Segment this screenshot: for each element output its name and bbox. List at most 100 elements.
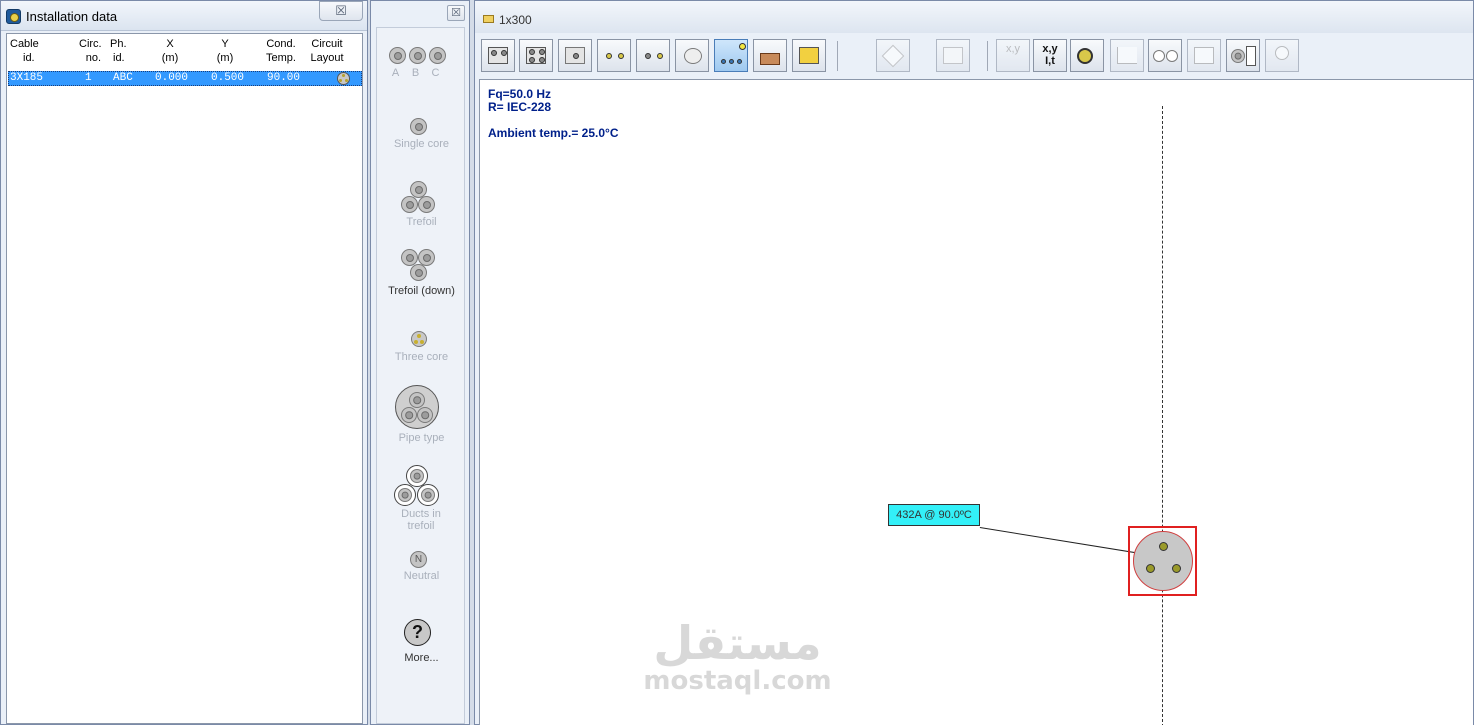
header-line: Temp. xyxy=(266,52,296,64)
tb-backfill-button[interactable] xyxy=(558,39,592,72)
tb-xylt-button[interactable]: x,y I,t xyxy=(1033,39,1067,72)
dot-icon xyxy=(645,53,651,59)
phase-b-icon xyxy=(409,47,426,64)
tb-transient-button[interactable] xyxy=(1187,39,1221,72)
sun-icon xyxy=(739,43,746,50)
dot-icon xyxy=(491,50,497,56)
cell-ph-id[interactable]: ABC xyxy=(113,72,133,85)
dot-icon xyxy=(539,57,545,63)
header-line: id. xyxy=(23,52,35,64)
header-line: X xyxy=(166,38,174,50)
palette-label: Neutral xyxy=(403,570,440,582)
cell-y[interactable]: 0.500 xyxy=(211,72,244,85)
watermark-arabic: مستقل xyxy=(653,616,822,670)
col-header-circ-no[interactable]: Circ. no. xyxy=(79,37,102,65)
three-core-icon xyxy=(411,331,427,347)
dot-icon xyxy=(573,53,579,59)
tb-zoom-button[interactable] xyxy=(1070,39,1104,72)
channel-icon xyxy=(799,47,819,64)
trefoil-core-icon xyxy=(418,196,435,213)
dot-icon xyxy=(539,49,545,55)
col-header-x[interactable]: X (m) xyxy=(155,37,185,65)
lightning-icon xyxy=(943,47,963,64)
header-line: (m) xyxy=(216,52,234,64)
ampacity-icon xyxy=(1166,50,1178,62)
ambient-temp-text: Ambient temp.= 25.0°C xyxy=(488,126,619,140)
drawing-titlebar: 1x300 xyxy=(475,1,1473,33)
installation-data-titlebar: Installation data ☒ xyxy=(1,1,367,31)
tb-time-button[interactable] xyxy=(1265,39,1299,72)
header-line: Ph. xyxy=(110,38,127,50)
dot-icon xyxy=(606,53,612,59)
dot-icon xyxy=(529,49,535,55)
header-line: Y xyxy=(221,38,229,50)
palette-label: More... xyxy=(404,652,439,664)
dot-icon xyxy=(729,59,734,64)
dot-icon xyxy=(529,57,535,63)
dot-icon xyxy=(501,50,507,56)
drawing-canvas[interactable]: Fq=50.0 Hz R= IEC-228 Ambient temp.= 25.… xyxy=(479,79,1473,725)
cable-palette: A B C Single core Trefoil Trefoil (down)… xyxy=(376,27,465,724)
three-core-icon[interactable] xyxy=(337,72,350,85)
col-header-cond-temp[interactable]: Cond. Temp. xyxy=(261,37,301,65)
cable-result-label[interactable]: 432A @ 90.0ºC xyxy=(888,504,980,526)
axis-icon xyxy=(1117,47,1137,64)
cell-circ-no[interactable]: 1 xyxy=(85,72,92,85)
header-line: Cable xyxy=(10,38,39,50)
tunnel-icon xyxy=(684,48,702,64)
tb-layout-button[interactable] xyxy=(481,39,515,72)
tb-ducts-button[interactable] xyxy=(636,39,670,72)
cell-x[interactable]: 0.000 xyxy=(155,72,188,85)
drawing-title: 1x300 xyxy=(499,13,532,27)
header-line: Circ. xyxy=(79,38,102,50)
app-root: Installation data ☒ Cable id. Circ. no. … xyxy=(0,0,1474,725)
tb-xy-button[interactable]: x,y xyxy=(996,39,1030,72)
duct-core-icon xyxy=(421,488,435,502)
single-core-icon xyxy=(410,118,427,135)
cell-cable-id[interactable]: 3X185 xyxy=(10,72,43,85)
tb-tunnel-button[interactable] xyxy=(675,39,709,72)
col-header-ph-id[interactable]: Ph. id. xyxy=(110,37,127,65)
tb-trough-button[interactable] xyxy=(753,39,787,72)
palette-label: Pipe type xyxy=(398,432,445,444)
watermark: مستقل mostaql.com xyxy=(640,618,835,694)
palette-label: Three core xyxy=(394,351,449,363)
tb-grid-button[interactable] xyxy=(519,39,553,72)
header-line: Circuit xyxy=(311,38,343,50)
three-core-cable-icon[interactable] xyxy=(1133,531,1193,591)
col-header-circuit-layout[interactable]: Circuit Layout xyxy=(307,37,347,65)
header-line: (m) xyxy=(161,52,179,64)
tb-fault-button[interactable] xyxy=(936,39,970,72)
close-button[interactable]: ☒ xyxy=(319,1,363,21)
tb-channel-button[interactable] xyxy=(792,39,826,72)
ampacity-icon xyxy=(1153,50,1165,62)
tb-sun-button[interactable] xyxy=(714,39,748,72)
col-header-cable-id[interactable]: Cable id. xyxy=(10,37,39,65)
tb-diamond-button[interactable] xyxy=(876,39,910,72)
palette-close-button[interactable]: ☒ xyxy=(447,5,465,21)
cell-cond-temp[interactable]: 90.00 xyxy=(267,72,300,85)
drawing-toolbar: x,y x,y I,t xyxy=(475,35,1473,75)
watermark-latin: mostaql.com xyxy=(643,666,832,696)
phase-c-label: C xyxy=(431,67,440,79)
tb-circuit-button[interactable] xyxy=(1226,39,1260,72)
tb-axis-button[interactable] xyxy=(1110,39,1144,72)
centerline xyxy=(1162,106,1163,725)
clock-icon xyxy=(1275,46,1289,60)
col-header-y[interactable]: Y (m) xyxy=(210,37,240,65)
pipe-core-icon xyxy=(401,407,417,423)
pipe-core-icon xyxy=(417,407,433,423)
cable-palette-window: ☒ A B C Single core Trefoil Trefoil (dow… xyxy=(370,0,470,725)
tb-ampacity-button[interactable] xyxy=(1148,39,1182,72)
resistance-text: R= IEC-228 xyxy=(488,100,552,114)
trough-icon xyxy=(760,53,780,65)
dot-icon xyxy=(737,59,742,64)
folder-icon xyxy=(483,15,494,23)
xy-text: x,y xyxy=(1005,43,1021,55)
drawing-window: 1x300 x,y x,y I,t Fq=50.0 Hz R= IEC-228 … xyxy=(474,0,1474,725)
help-icon: ? xyxy=(404,619,431,646)
phase-c-icon xyxy=(429,47,446,64)
tb-spacing-button[interactable] xyxy=(597,39,631,72)
trefoil-core-icon xyxy=(401,196,418,213)
pipe-core-icon xyxy=(409,392,425,408)
